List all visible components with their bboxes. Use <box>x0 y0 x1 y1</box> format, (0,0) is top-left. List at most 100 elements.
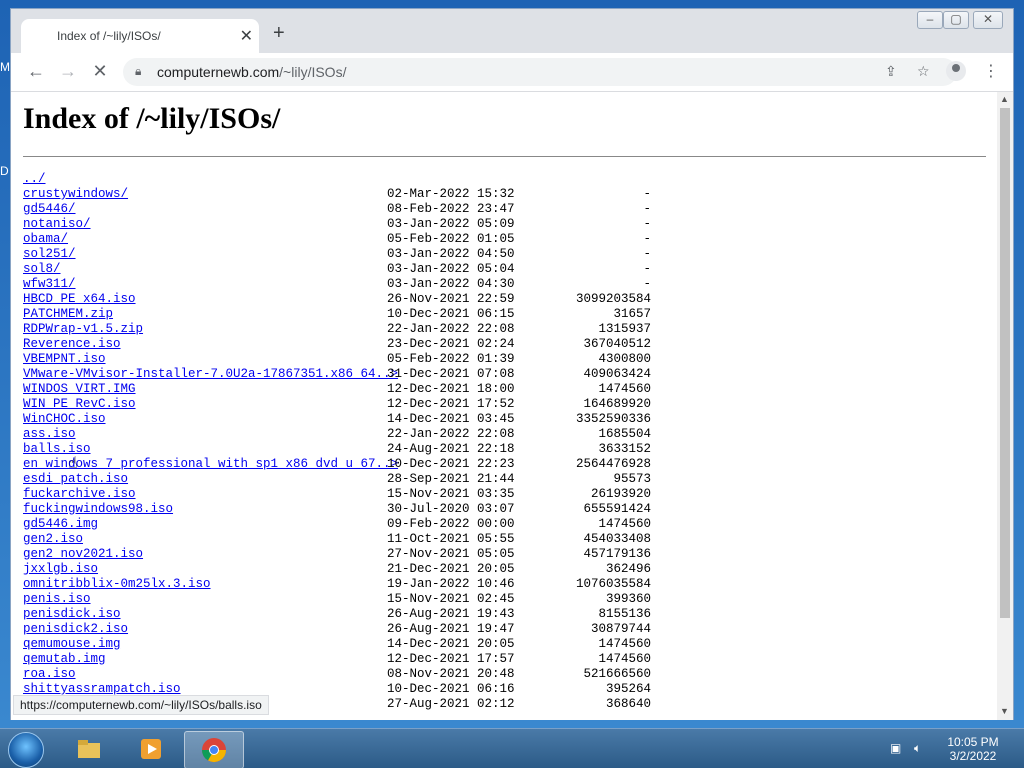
file-link[interactable]: qemumouse.img <box>23 637 121 652</box>
back-icon[interactable]: ← <box>25 61 47 82</box>
file-link[interactable]: sol251/ <box>23 247 76 262</box>
file-link[interactable]: obama/ <box>23 232 68 247</box>
file-size: 2564476928 <box>575 457 651 471</box>
file-link[interactable]: ass.iso <box>23 427 76 442</box>
clock[interactable]: 10:05 PM 3/2/2022 <box>938 735 1008 763</box>
address-bar[interactable]: 🔒︎ computernewb.com/~lily/ISOs/ ⇪ ☆ <box>123 58 957 86</box>
file-size: 1474560 <box>598 652 651 666</box>
file-date: 26-Aug-2021 19:47 <box>387 622 515 636</box>
tab-strip: Index of /~lily/ISOs/ ✕ + – ▢ ✕ <box>11 9 1013 53</box>
vertical-scrollbar[interactable]: ▲ ▼ <box>997 92 1013 720</box>
file-size: 1315937 <box>598 322 651 336</box>
file-link[interactable]: balls.iso <box>23 442 91 457</box>
file-date: 15-Nov-2021 02:45 <box>387 592 515 606</box>
file-link[interactable]: gen2_nov2021.iso <box>23 547 143 562</box>
file-link[interactable]: sol8/ <box>23 262 61 277</box>
file-link[interactable]: gen2.iso <box>23 532 83 547</box>
tab-title: Index of /~lily/ISOs/ <box>57 29 161 43</box>
close-window-icon[interactable]: ✕ <box>973 11 1003 29</box>
file-link[interactable]: esdi_patch.iso <box>23 472 128 487</box>
file-link[interactable]: roa.iso <box>23 667 76 682</box>
scroll-up-icon[interactable]: ▲ <box>1000 94 1009 104</box>
page-viewport: Index of /~lily/ISOs/ ../crustywindows/0… <box>11 92 997 720</box>
taskbar-chrome-button[interactable] <box>184 731 244 768</box>
file-size: - <box>643 247 651 261</box>
file-link[interactable]: RDPWrap-v1.5.zip <box>23 322 143 337</box>
file-size: 31657 <box>613 307 651 321</box>
url-path: /~lily/ISOs/ <box>279 64 347 80</box>
stop-loading-icon[interactable]: ✕ <box>89 61 111 82</box>
lock-icon[interactable]: 🔒︎ <box>135 64 141 79</box>
file-date: 23-Dec-2021 02:24 <box>387 337 515 351</box>
file-size: 395264 <box>605 682 651 696</box>
start-button[interactable] <box>8 732 44 768</box>
file-size: 1685504 <box>598 427 651 441</box>
file-link[interactable]: HBCD_PE_x64.iso <box>23 292 136 307</box>
scrollbar-thumb[interactable] <box>1000 108 1010 618</box>
file-size: - <box>643 202 651 216</box>
folder-icon <box>78 740 100 758</box>
file-date: 22-Jan-2022 22:08 <box>387 427 515 441</box>
file-size: 4300800 <box>598 352 651 366</box>
file-link[interactable]: gd5446/ <box>23 202 76 217</box>
file-link[interactable]: ../ <box>23 172 46 187</box>
file-size: 521666560 <box>583 667 651 681</box>
new-tab-icon[interactable]: + <box>273 23 285 43</box>
bookmark-star-icon[interactable]: ☆ <box>917 63 930 80</box>
file-size: 454033408 <box>583 532 651 546</box>
file-date: 24-Aug-2021 22:18 <box>387 442 515 456</box>
clock-time: 10:05 PM <box>947 735 999 749</box>
file-size: 1076035584 <box>575 577 651 591</box>
file-date: 03-Jan-2022 04:50 <box>387 247 515 261</box>
file-date: 02-Mar-2022 15:32 <box>387 187 515 201</box>
profile-avatar-icon[interactable] <box>946 61 966 81</box>
file-link[interactable]: VMware-VMvisor-Installer-7.0U2a-17867351… <box>23 367 398 382</box>
share-icon[interactable]: ⇪ <box>885 63 897 80</box>
link-status-bar: https://computernewb.com/~lily/ISOs/ball… <box>13 695 269 715</box>
file-link[interactable]: WIN_PE_RevC.iso <box>23 397 136 412</box>
file-link[interactable]: gd5446.img <box>23 517 98 532</box>
more-menu-icon[interactable]: ⋮ <box>983 61 999 81</box>
network-icon[interactable]: ▣ <box>890 741 901 755</box>
minimize-icon[interactable]: – <box>917 11 943 29</box>
tab-active[interactable]: Index of /~lily/ISOs/ ✕ <box>21 19 259 53</box>
file-link[interactable]: fuckingwindows98.iso <box>23 502 173 517</box>
file-link[interactable]: qemutab.img <box>23 652 106 667</box>
file-size: 399360 <box>605 592 651 606</box>
file-link[interactable]: WinCHOC.iso <box>23 412 106 427</box>
file-link[interactable]: penis.iso <box>23 592 91 607</box>
file-link[interactable]: fuckarchive.iso <box>23 487 136 502</box>
url-host: computernewb.com <box>157 64 280 80</box>
file-link[interactable]: VBEMPNT.iso <box>23 352 106 367</box>
url-text[interactable]: computernewb.com/~lily/ISOs/ <box>157 64 346 80</box>
file-link[interactable]: penisdick.iso <box>23 607 121 622</box>
file-size: 95573 <box>613 472 651 486</box>
desktop-icon-label: D <box>0 164 9 178</box>
file-link[interactable]: wfw311/ <box>23 277 76 292</box>
taskbar-explorer-button[interactable] <box>60 731 118 767</box>
file-date: 12-Dec-2021 17:52 <box>387 397 515 411</box>
file-size: - <box>643 232 651 246</box>
file-link[interactable]: Reverence.iso <box>23 337 121 352</box>
clock-date: 3/2/2022 <box>949 749 997 763</box>
file-date: 30-Jul-2020 03:07 <box>387 502 515 516</box>
maximize-icon[interactable]: ▢ <box>943 11 969 29</box>
file-link[interactable]: omnitribblix-0m25lx.3.iso <box>23 577 211 592</box>
file-link[interactable]: PATCHMEM.zip <box>23 307 113 322</box>
file-link[interactable]: en_windows_7_professional_with_sp1_x86_d… <box>23 457 398 472</box>
file-link[interactable]: jxxlgb.iso <box>23 562 98 577</box>
divider <box>23 156 986 157</box>
forward-icon[interactable]: → <box>57 61 79 82</box>
close-tab-icon[interactable]: ✕ <box>240 26 253 46</box>
file-link[interactable]: penisdick2.iso <box>23 622 128 637</box>
file-link[interactable]: notaniso/ <box>23 217 91 232</box>
file-size: 409063424 <box>583 367 651 381</box>
desktop-icon-label: M <box>0 60 10 74</box>
taskbar-mediaplayer-button[interactable] <box>122 731 180 767</box>
file-date: 11-Oct-2021 05:55 <box>387 532 515 546</box>
file-link[interactable]: WINDOS_VIRT.IMG <box>23 382 136 397</box>
file-link[interactable]: crustywindows/ <box>23 187 128 202</box>
scroll-down-icon[interactable]: ▼ <box>1000 706 1009 716</box>
volume-icon[interactable]: 🔈︎ <box>914 741 921 756</box>
file-size: 655591424 <box>583 502 651 516</box>
